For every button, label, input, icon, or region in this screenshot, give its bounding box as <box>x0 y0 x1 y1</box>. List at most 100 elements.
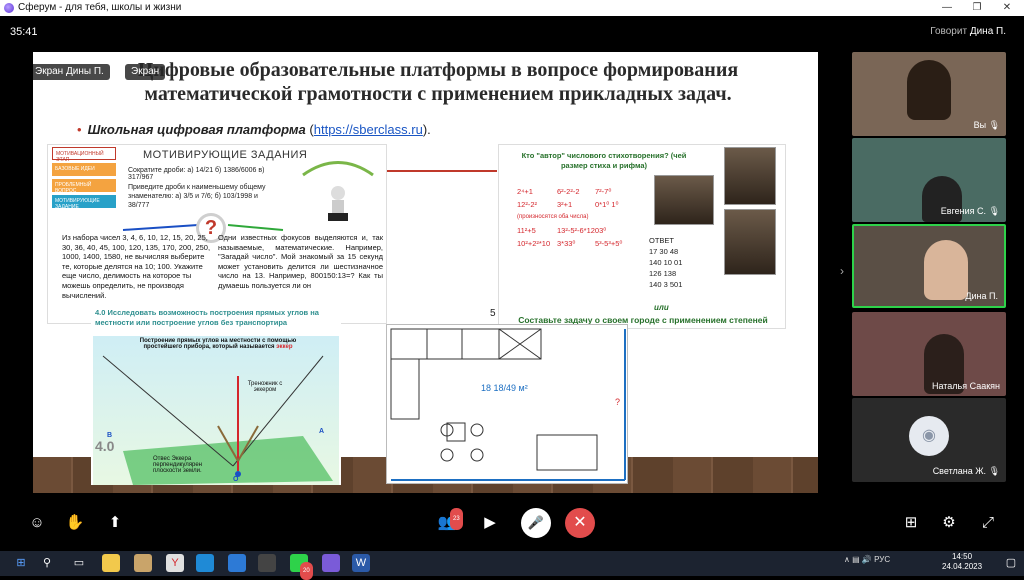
active-speaker: Говорит Дина П. <box>930 26 1006 37</box>
end-call-button[interactable]: ✕ <box>565 508 595 538</box>
mic-muted-icon: 🎙 <box>988 206 1000 216</box>
search-icon[interactable]: ⚲ <box>38 554 56 572</box>
close-window-button[interactable]: ✕ <box>992 0 1022 16</box>
sberclass-link[interactable]: https://sberclass.ru <box>314 122 423 137</box>
shared-slide: Цифровые образовательные платформы в воп… <box>33 52 818 493</box>
tab-motivating-task: МОТИВИРУЮЩИЕ ЗАДАНИЕ <box>52 195 116 210</box>
task-number: 5 <box>490 308 496 319</box>
minimize-button[interactable]: — <box>932 0 962 16</box>
right-angle-title: 4.0 Исследовать возможность построения п… <box>95 308 319 327</box>
speaking-name: Дина П. <box>969 26 1006 37</box>
notifications-icon[interactable]: ▢ <box>1002 554 1020 572</box>
participant-name: Вы 🎙 <box>974 120 1000 131</box>
grid-layout-button[interactable]: ⊞ <box>900 512 922 534</box>
window-title: Сферум - для тебя, школы и жизни <box>18 2 182 13</box>
start-icon[interactable]: ⊞ <box>12 554 30 572</box>
tray-arrow-icon: ∧ <box>844 555 850 564</box>
portrait-pushkin <box>724 147 776 205</box>
answer-row: 17 30 48 <box>649 247 679 256</box>
floor-plan-drawing <box>390 328 626 481</box>
maximize-button[interactable]: ❐ <box>962 0 992 16</box>
speaking-label: Говорит <box>930 26 968 37</box>
tab-base-ideas: БАЗОВЫЕ ИДЕИ <box>52 163 116 176</box>
app-icon[interactable] <box>134 554 152 572</box>
participant-name-text: Вы <box>973 120 987 130</box>
store-icon[interactable] <box>228 554 246 572</box>
participants-button[interactable]: 👥 23 <box>434 508 463 534</box>
mic-toggle-button[interactable]: 🎤 <box>521 508 551 538</box>
participant-name: Наталья Саакян <box>932 381 1000 391</box>
edge-icon[interactable] <box>196 554 214 572</box>
taskbar-clock[interactable]: 14:50 24.04.2023 <box>942 552 982 572</box>
motivating-tasks-panel: МОТИВАЦИОННЫЙ ЭТАП БАЗОВЫЕ ИДЕИ ПРОБЛЕМН… <box>47 144 387 324</box>
language-indicator: РУС <box>874 555 891 564</box>
slide-divider <box>387 170 497 172</box>
participant-tile[interactable]: ◉ Светлана Ж. 🎙 <box>852 398 1006 482</box>
answer-row: 140 10 01 <box>649 258 683 267</box>
system-tray[interactable]: ∧ ▤ 🔊 РУС <box>844 555 890 564</box>
volume-icon: 🔊 <box>861 555 872 564</box>
sferum-icon[interactable] <box>322 554 340 572</box>
whatsapp-icon[interactable]: 20 <box>290 554 313 580</box>
word-icon[interactable]: W <box>352 554 370 572</box>
answer-block: ОТВЕТ 17 30 48 140 10 01 126 138 140 3 5… <box>649 235 682 290</box>
ekker-illustration: Построение прямых углов на местности с п… <box>93 336 339 485</box>
fraction-task: Сократите дроби: а) 14/21 б) 1386/6006 в… <box>128 167 265 181</box>
participant-name: Светлана Ж. 🎙 <box>933 466 1000 477</box>
tab-motivation-stage: МОТИВАЦИОННЫЙ ЭТАП <box>52 147 116 163</box>
share-screen-button[interactable]: ⬆ <box>104 512 126 534</box>
point-o: О <box>233 476 239 483</box>
settings-button[interactable]: ⚙ <box>938 512 960 534</box>
floor-plan-panel: 18 18/49 м² <box>386 324 628 484</box>
floor-plan-question: ? <box>615 397 621 407</box>
section-tag: 4.0 <box>95 438 115 454</box>
poem-line: 5³-5³+5⁰ <box>595 239 623 248</box>
mic-muted-icon: 🎙 <box>988 120 1000 130</box>
participant-tile[interactable]: Вы 🎙 <box>852 52 1006 136</box>
whatsapp-badge: 20 <box>300 562 313 580</box>
area-value: 18 18/49 м² <box>481 383 528 393</box>
participants-count: 23 <box>450 508 463 530</box>
right-angle-panel: 4.0 Исследовать возможность построения п… <box>91 308 341 485</box>
network-icon: ▤ <box>852 555 860 564</box>
explorer-icon[interactable] <box>102 554 120 572</box>
portrait-lermontov <box>724 209 776 275</box>
bullet-label: Школьная цифровая платформа <box>87 122 306 137</box>
poem-line: 7²-7⁰ <box>595 187 612 196</box>
participant-name: Дина П. <box>965 291 998 301</box>
reactions-button[interactable]: ☺ <box>26 512 48 534</box>
window-titlebar: Сферум - для тебя, школы и жизни — ❐ ✕ <box>0 0 1024 16</box>
slide-bullet: • Школьная цифровая платформа (https://sb… <box>77 122 431 137</box>
screen-share-owner-tag[interactable]: Экран Дины П. <box>33 64 110 80</box>
camera-off-icon: ◉ <box>909 416 949 456</box>
poem-numbers-panel: Кто "автор" числового стихотворения? (че… <box>498 144 786 329</box>
juggler-illustration <box>302 161 374 221</box>
app-icon[interactable] <box>258 554 276 572</box>
answer-label: ОТВЕТ <box>649 236 675 245</box>
tab-problem-question: ПРОБЛЕМНЫЙ ВОПРОС <box>52 179 116 194</box>
sidebar-toggle-icon[interactable]: › <box>840 264 844 278</box>
participant-name-text: Наталья Саакян <box>931 381 1000 391</box>
screen-share-tag[interactable]: Экран <box>125 64 166 80</box>
participant-tile[interactable]: Наталья Саакян <box>852 312 1006 396</box>
poem-line <box>595 211 622 224</box>
slide-title: Цифровые образовательные платформы в воп… <box>137 59 739 105</box>
participant-name: Евгения С. 🎙 <box>941 206 1000 217</box>
fullscreen-button[interactable]: ⤢ <box>977 512 999 534</box>
clock-time: 14:50 <box>952 552 973 561</box>
bullet-dot-icon: • <box>77 122 82 137</box>
task-view-icon[interactable]: ▭ <box>70 554 88 572</box>
camera-button[interactable]: ▶ <box>479 512 501 534</box>
yandex-icon[interactable]: Y <box>166 554 184 572</box>
mic-muted-icon: 🎙 <box>988 466 1000 476</box>
or-label: или <box>654 303 669 312</box>
raise-hand-button[interactable]: ✋ <box>64 512 86 534</box>
participant-tile[interactable]: Евгения С. 🎙 <box>852 138 1006 222</box>
denominator-task: Приведите дроби к наименьшему общему зна… <box>128 184 266 209</box>
participant-name-text: Евгения С. <box>940 206 987 216</box>
participant-name-text: Светлана Ж. <box>932 466 987 476</box>
participant-tile-active[interactable]: Дина П. <box>852 224 1006 308</box>
poem-line <box>595 224 622 237</box>
motivating-title: МОТИВИРУЮЩИЕ ЗАДАНИЯ <box>143 149 308 161</box>
avatar <box>907 60 951 120</box>
